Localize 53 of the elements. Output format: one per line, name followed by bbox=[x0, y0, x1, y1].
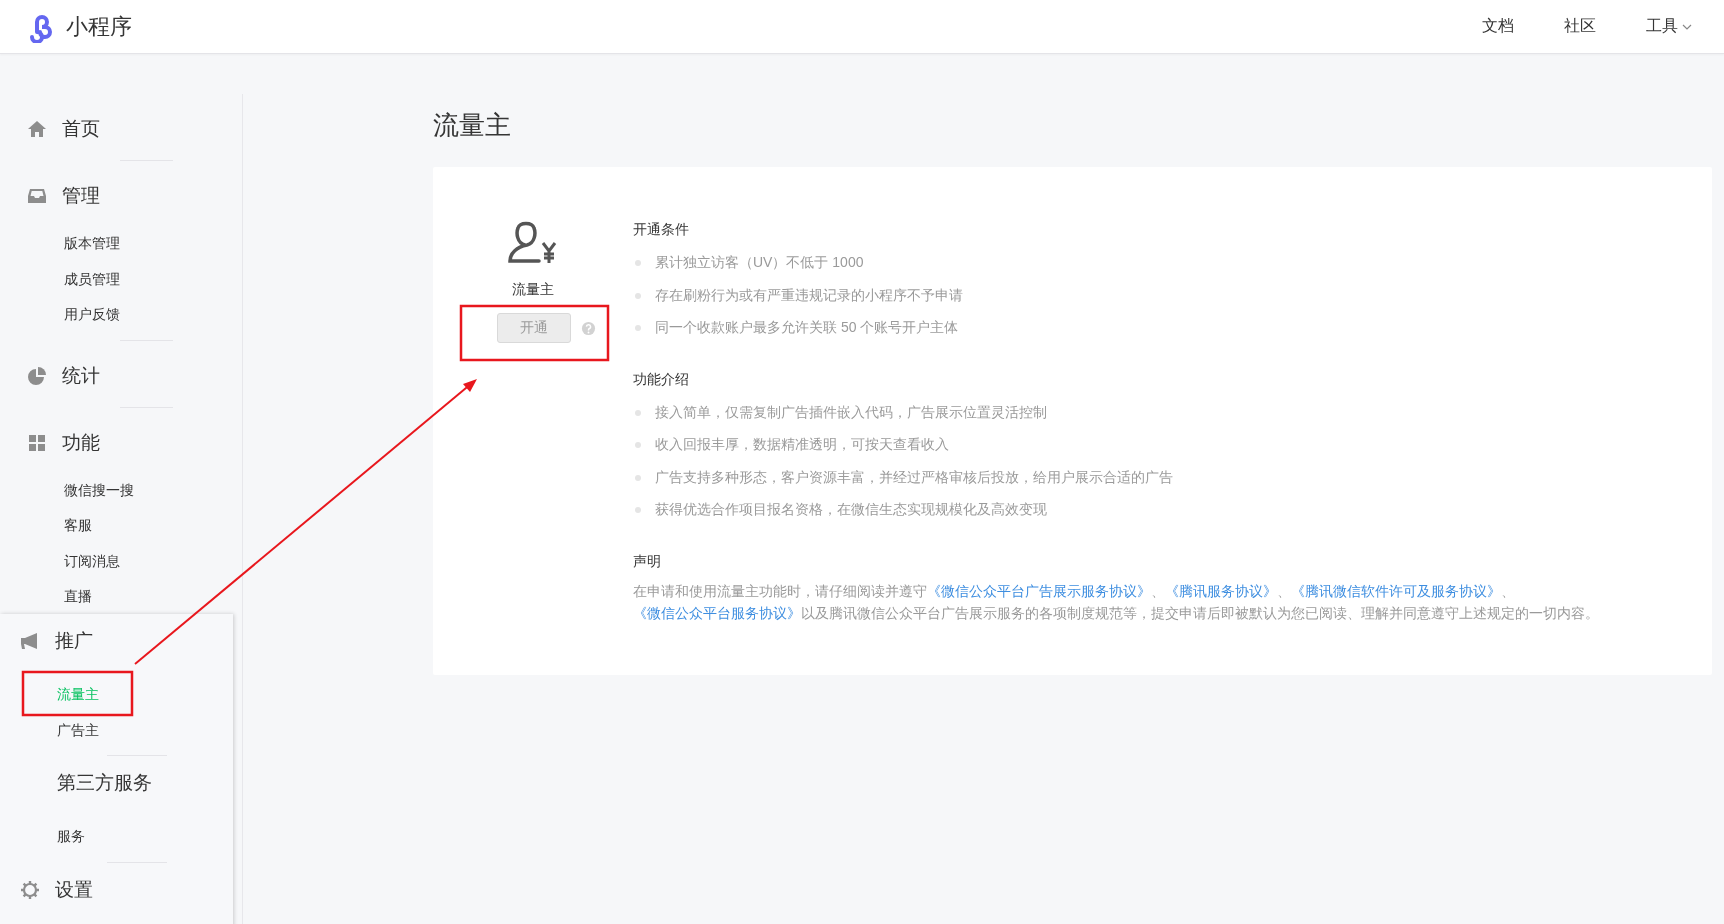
sidebar-item[interactable]: 客服 bbox=[64, 515, 92, 535]
bullet-dot bbox=[635, 507, 641, 514]
sidebar-section[interactable]: 管理 bbox=[0, 179, 242, 213]
bullet-dot bbox=[635, 442, 641, 449]
bullet-dot bbox=[635, 325, 641, 332]
nav-link[interactable]: 社区 bbox=[1556, 16, 1604, 37]
sidebar-item[interactable]: 版本管理 bbox=[64, 233, 120, 253]
bullet-text: 存在刷粉行为或有严重违规记录的小程序不予申请 bbox=[655, 286, 963, 305]
bullet-text: 累计独立访客（UV）不低于 1000 bbox=[655, 254, 864, 273]
bullet-dot bbox=[635, 474, 641, 481]
bullet-text: 接入简单，仅需复制广告插件嵌入代码，广告展示位置灵活控制 bbox=[655, 403, 1047, 422]
sidebar-section[interactable]: 第三方服务 bbox=[0, 766, 233, 800]
home-icon bbox=[27, 119, 47, 139]
sidebar-section[interactable]: 首页 bbox=[0, 112, 242, 146]
settings-icon bbox=[20, 879, 40, 900]
sidebar-item[interactable]: 服务 bbox=[57, 826, 85, 846]
megaphone-icon bbox=[20, 631, 40, 651]
sidebar-item[interactable]: 订阅消息 bbox=[64, 550, 120, 571]
bullet-dot bbox=[635, 260, 641, 267]
agreement-link[interactable]: 《腾讯服务协议》 bbox=[1165, 583, 1277, 599]
sidebar-item[interactable]: 成员管理 bbox=[64, 268, 120, 289]
agreement-link[interactable]: 《微信公众平台广告展示服务协议》 bbox=[927, 583, 1151, 599]
sidebar-section[interactable]: 功能 bbox=[0, 425, 242, 460]
bullet-text: 同一个收款账户最多允许关联 50 个账号开户主体 bbox=[655, 319, 959, 338]
sidebar-section[interactable]: 统计 bbox=[0, 358, 242, 393]
bullet-text: 广告支持多种形态，客户资源丰富，并经过严格审核后投放，给用户展示合适的广告 bbox=[655, 468, 1173, 487]
brand-name: 小程序 bbox=[66, 12, 132, 41]
nav-link[interactable]: 工具 bbox=[1638, 16, 1700, 37]
bullet-dot bbox=[635, 292, 641, 299]
section-heading: 声明 bbox=[633, 552, 662, 571]
user-yuan-icon bbox=[507, 219, 559, 265]
section-heading: 功能介绍 bbox=[633, 370, 690, 389]
sidebar-item[interactable]: 用户反馈 bbox=[64, 304, 120, 324]
caret-icon bbox=[1682, 23, 1692, 30]
bullet-text: 收入回报丰厚，数据精准透明，可按天查看收入 bbox=[655, 436, 949, 455]
nav-link[interactable]: 文档 bbox=[1474, 16, 1522, 37]
help-icon[interactable] bbox=[580, 320, 596, 336]
statement-paragraph: 在申请和使用流量主功能时，请仔细阅读并遵守《微信公众平台广告展示服务协议》、《腾讯服务协议》、《腾讯微信软件许可及服务协议》、 《微信公众平台服务协议》以及腾讯微信公众平台广告展示服务的各项制度规范等，提交申请后即被默认为您已阅读、理解并同意遵守上述规定的一切内容。 bbox=[633, 582, 1600, 623]
page-title: 流量主 bbox=[433, 109, 512, 142]
product-name: 流量主 bbox=[512, 281, 554, 299]
agreement-link[interactable]: 《腾讯微信软件许可及服务协议》 bbox=[1291, 583, 1501, 599]
sidebar-section[interactable]: 推广 bbox=[0, 624, 233, 658]
pie-chart-icon bbox=[27, 365, 47, 386]
sidebar-item[interactable]: 直播 bbox=[64, 586, 92, 606]
sidebar-item[interactable]: 微信搜一搜 bbox=[64, 479, 134, 500]
agreement-link[interactable]: 《微信公众平台服务协议》 bbox=[633, 605, 801, 621]
bullet-dot bbox=[635, 409, 641, 416]
sidebar-section[interactable]: 设置 bbox=[0, 872, 233, 907]
bullet-text: 获得优选合作项目报名资格，在微信生态实现规模化及高效变现 bbox=[655, 501, 1047, 520]
section-heading: 开通条件 bbox=[633, 221, 690, 239]
inbox-icon bbox=[27, 186, 47, 206]
grid-icon bbox=[27, 432, 47, 453]
sidebar-item[interactable]: 广告主 bbox=[57, 719, 99, 740]
